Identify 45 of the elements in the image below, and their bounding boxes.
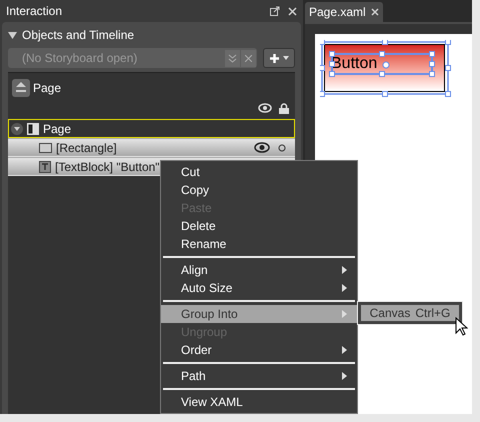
close-icon[interactable]	[370, 8, 379, 16]
tree-item-label: [Rectangle]	[56, 140, 117, 156]
menu-item[interactable]: Delete	[161, 217, 357, 235]
plus-icon	[270, 54, 278, 62]
menu-item[interactable]: Rename	[161, 235, 357, 253]
submenu-arrow-icon	[342, 372, 347, 380]
menu-item[interactable]: Path	[161, 367, 357, 385]
panel-icon	[27, 122, 39, 134]
expander-icon	[8, 30, 17, 40]
menu-item[interactable]: Copy	[161, 181, 357, 199]
tree-item[interactable]: Page	[8, 119, 295, 138]
tree-item-label: [TextBlock] "Button"	[55, 158, 160, 176]
menu-item[interactable]: Align	[161, 261, 357, 279]
scope-up-icon[interactable]	[12, 79, 30, 97]
close-icon	[245, 54, 252, 62]
close-icon[interactable]	[288, 6, 297, 16]
submenu-arrow-icon	[342, 310, 347, 318]
submenu-arrow-icon	[342, 346, 347, 354]
selection-handles-drawing[interactable]	[320, 40, 451, 97]
submenu-arrow-icon	[342, 284, 347, 292]
submenu-arrow-icon	[342, 266, 347, 274]
panel-title: Interaction	[6, 3, 62, 20]
double-chevron-icon	[228, 54, 237, 62]
expander-icon[interactable]	[11, 122, 23, 134]
close-storyboard-button[interactable]	[241, 50, 256, 66]
section-header[interactable]: Objects and Timeline	[8, 26, 295, 44]
menu-item[interactable]: Order	[161, 341, 357, 359]
rectangle-icon	[39, 142, 52, 152]
new-storyboard-button[interactable]	[263, 48, 295, 68]
eye-icon[interactable]	[254, 142, 270, 153]
undock-icon[interactable]	[270, 6, 280, 16]
menu-item[interactable]: Group Into	[161, 305, 357, 323]
cursor-icon	[455, 317, 468, 336]
caret-icon	[282, 56, 288, 60]
text-block-icon	[39, 160, 51, 172]
lock-icon[interactable]	[279, 102, 289, 114]
tree-item[interactable]: [Rectangle]	[8, 138, 295, 157]
document-tab[interactable]: Page.xaml	[305, 2, 383, 22]
menu-item[interactable]: View XAML	[161, 393, 357, 411]
collapse-button[interactable]	[225, 50, 240, 66]
tree-item-label: Page	[43, 120, 72, 138]
scope-label: Page	[33, 80, 62, 97]
menu-item[interactable]: Auto Size	[161, 279, 357, 297]
menu-item[interactable]: Canvas Ctrl+G	[359, 303, 461, 323]
lock-toggle-icon[interactable]	[278, 144, 286, 152]
